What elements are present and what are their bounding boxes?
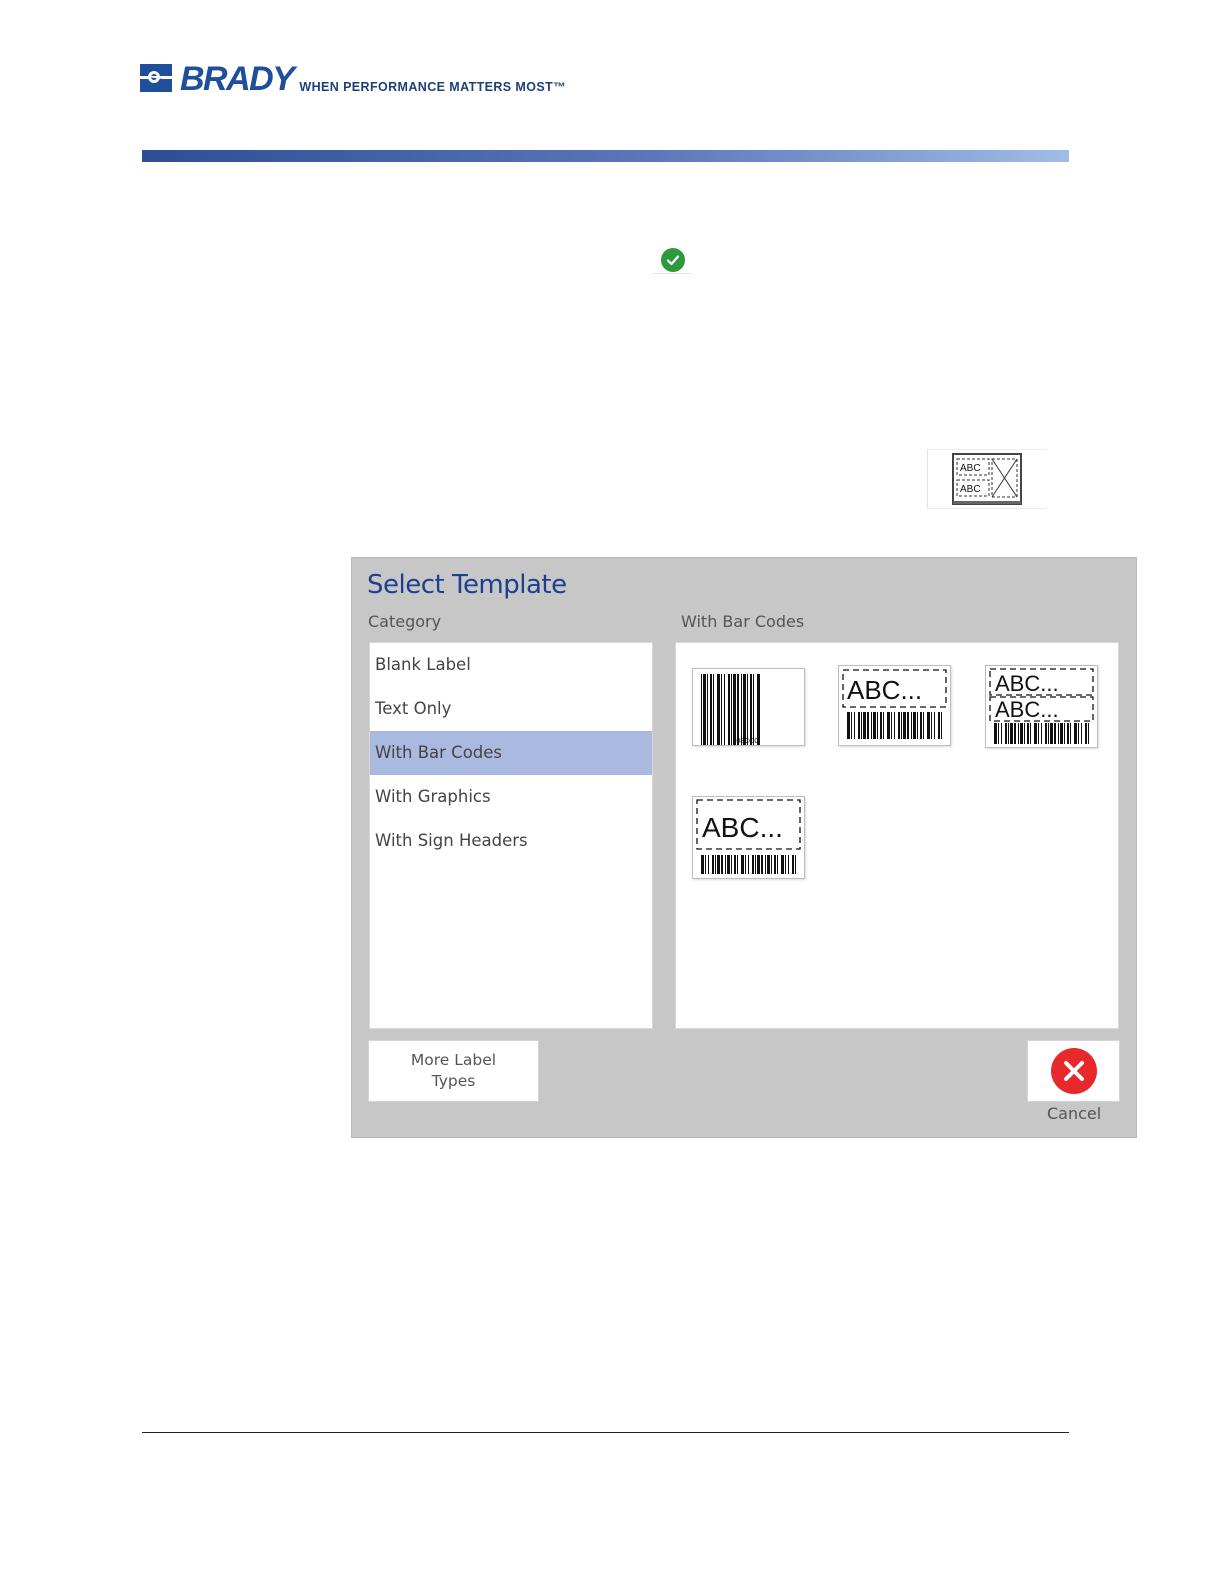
category-item-text-only[interactable]: Text Only <box>370 687 652 731</box>
large-text-barcode-graphic: ABC... <box>696 799 801 874</box>
text-barcode-graphic: ABC... <box>842 669 947 739</box>
cancel-label: Cancel <box>1047 1104 1102 1123</box>
template-text: ABC... <box>702 812 783 843</box>
template-icon-text-2: ABC <box>960 484 981 495</box>
category-item-with-graphics[interactable]: With Graphics <box>370 775 652 819</box>
template-text-1: ABC... <box>995 671 1059 696</box>
footer-rule <box>142 1432 1069 1433</box>
divider <box>652 273 692 274</box>
category-list: Blank Label Text Only With Bar Codes Wit… <box>369 642 653 1029</box>
barcode-text: 08CCO <box>736 738 760 745</box>
brady-logo-mark <box>140 64 172 92</box>
template-text-2: ABC... <box>995 697 1059 722</box>
template-large-text-and-barcode[interactable]: ABC... <box>692 796 805 879</box>
template-icon-text-1: ABC <box>960 463 981 474</box>
select-template-dialog: Select Template Category With Bar Codes … <box>351 557 1137 1138</box>
template-text: ABC... <box>847 675 922 705</box>
brady-logo: BRADY WHEN PERFORMANCE MATTERS MOST™ <box>140 60 567 98</box>
barcode-graphic: 08CCO <box>701 674 760 772</box>
category-item-blank-label[interactable]: Blank Label <box>370 643 652 687</box>
template-panel: 08CCO ABC... ABC... ABC... ABC... <box>675 642 1119 1029</box>
template-barcode-only[interactable]: 08CCO <box>692 668 805 772</box>
cancel-icon <box>1050 1048 1097 1094</box>
brand-name: BRADY <box>180 60 295 98</box>
two-text-barcode-graphic: ABC... ABC... <box>989 668 1094 744</box>
more-label-types-button[interactable]: More Label Types <box>368 1040 539 1102</box>
template-text-and-barcode[interactable]: ABC... <box>838 665 951 746</box>
templates-label: With Bar Codes <box>681 612 805 631</box>
cancel-button[interactable] <box>1027 1040 1120 1102</box>
category-item-with-bar-codes[interactable]: With Bar Codes <box>370 731 652 775</box>
category-item-with-sign-headers[interactable]: With Sign Headers <box>370 819 652 863</box>
header-bar <box>142 150 1069 162</box>
brand-tagline: WHEN PERFORMANCE MATTERS MOST™ <box>299 80 567 94</box>
template-icon: ABC ABC <box>927 449 1046 509</box>
template-two-text-and-barcode[interactable]: ABC... ABC... <box>985 665 1098 748</box>
category-label: Category <box>368 612 442 631</box>
more-label-types-label: More Label Types <box>410 1051 497 1090</box>
dialog-title: Select Template <box>367 570 567 600</box>
check-circle-icon <box>661 248 685 272</box>
